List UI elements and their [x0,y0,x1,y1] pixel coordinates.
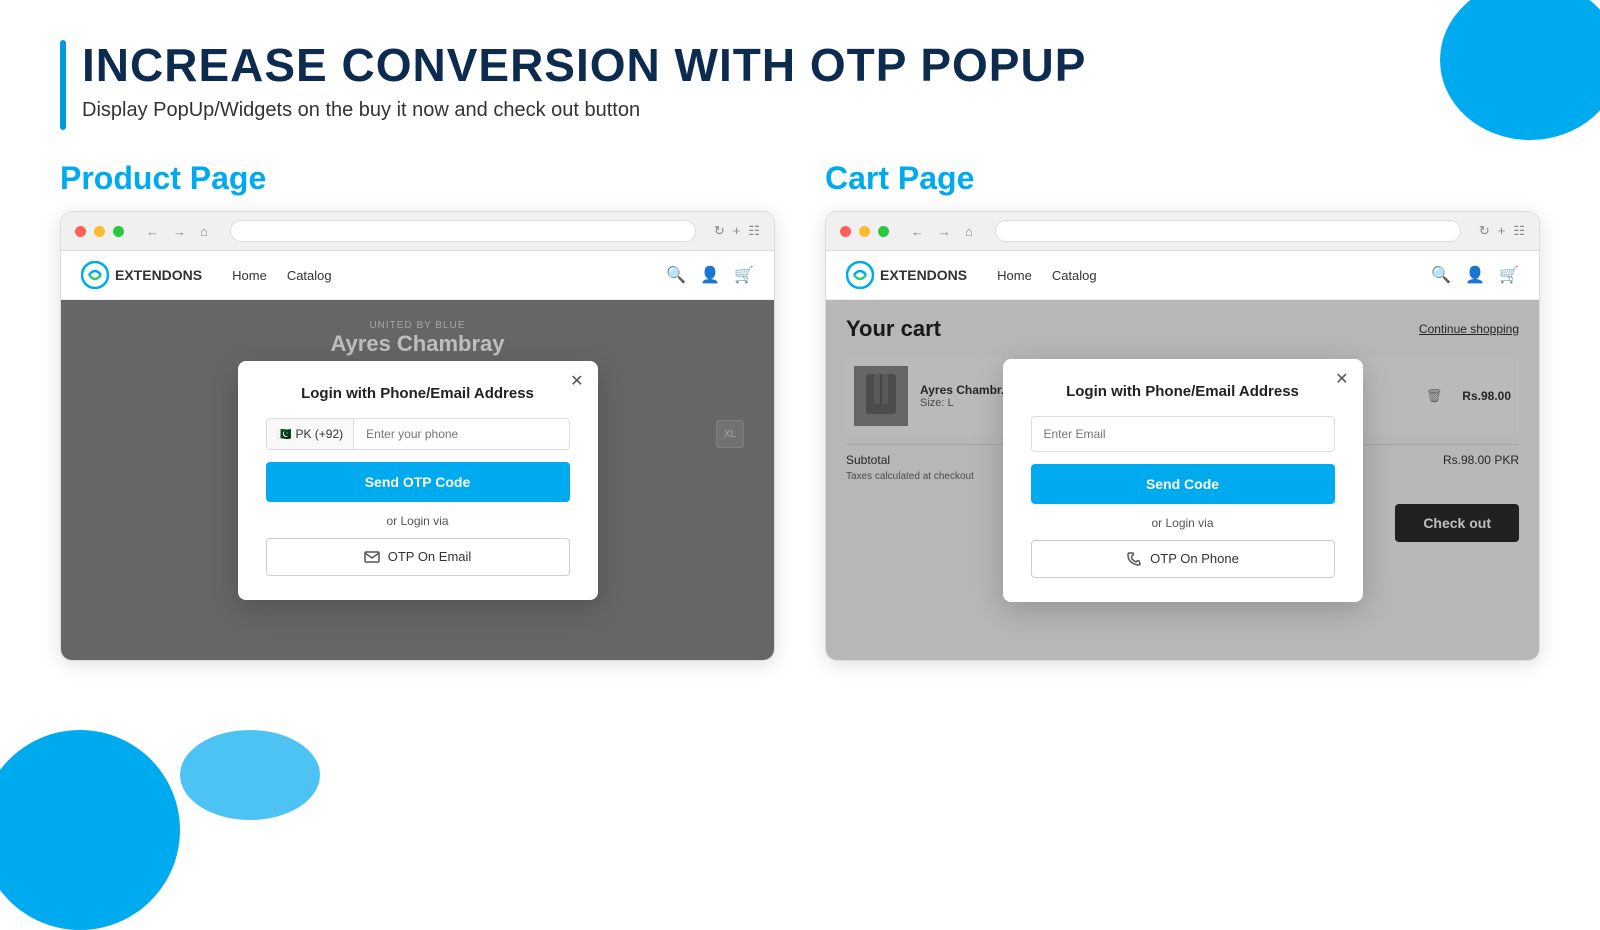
bg-decoration-bottom-left [0,730,180,930]
cart-nav-forward[interactable]: → [934,222,955,241]
product-popup-close[interactable]: ✕ [570,371,583,391]
product-store-nav-icons: 🔍 👤 🛒 [666,265,754,285]
cart-browser-refresh[interactable]: ↻ [1479,223,1490,239]
cart-browser-menu[interactable]: ☷ [1513,223,1525,239]
email-icon [364,549,380,565]
main-title: INCREASE CONVERSION WITH OTP POPUP [82,40,1086,91]
cart-alt-btn-label: OTP On Phone [1150,551,1239,566]
product-email-login-button[interactable]: OTP On Email [266,538,570,576]
main-subtitle: Display PopUp/Widgets on the buy it now … [82,99,1086,122]
browser-actions: + ☷ [733,223,760,239]
cart-email-input[interactable] [1031,416,1335,452]
cart-browser-dot-yellow [859,226,870,237]
product-phone-input[interactable] [354,419,568,449]
cart-icon[interactable]: 🛒 [734,265,754,285]
bg-decoration-bottom-center [180,730,320,820]
product-browser-bar: ← → ⌂ ↻ + ☷ [61,212,774,251]
header-text: INCREASE CONVERSION WITH OTP POPUP Displ… [82,40,1086,122]
search-icon[interactable]: 🔍 [666,265,686,285]
cart-search-icon[interactable]: 🔍 [1431,265,1451,285]
nav-home[interactable]: ⌂ [196,222,212,241]
product-otp-popup: ✕ Login with Phone/Email Address 🇵🇰 PK (… [238,361,598,600]
cart-store-nav-links: Home Catalog [997,268,1097,283]
product-phone-input-wrapper: 🇵🇰 PK (+92) [266,418,570,450]
cart-extendons-logo-icon [846,261,874,289]
cart-browser-mockup: ← → ⌂ ↻ + ☷ [825,211,1540,661]
browser-dot-green [113,226,124,237]
cart-browser-dot-red [840,226,851,237]
browser-dot-red [75,226,86,237]
cart-browser-add-tab[interactable]: + [1498,223,1506,239]
product-store-logo: EXTENDONS [81,261,202,289]
browser-address-bar[interactable] [230,220,696,242]
cart-browser-actions: + ☷ [1498,223,1525,239]
cart-store-logo: EXTENDONS [846,261,967,289]
browser-nav: ← → ⌂ [142,222,212,241]
product-nav-catalog[interactable]: Catalog [287,268,332,283]
header-bar [60,40,66,130]
product-page-column: Product Page ← → ⌂ ↻ + [60,160,775,661]
phone-icon [1126,551,1142,567]
product-store-nav-links: Home Catalog [232,268,332,283]
nav-back[interactable]: ← [142,222,163,241]
cart-nav-back[interactable]: ← [907,222,928,241]
cart-otp-popup: ✕ Login with Phone/Email Address Send Co… [1003,359,1363,602]
cart-phone-login-button[interactable]: OTP On Phone [1031,540,1335,578]
header-section: INCREASE CONVERSION WITH OTP POPUP Displ… [60,40,1540,130]
product-store-nav: EXTENDONS Home Catalog 🔍 👤 🛒 [61,251,774,300]
browser-dot-yellow [94,226,105,237]
extendons-logo-icon [81,261,109,289]
cart-store-name: EXTENDONS [880,267,967,283]
cart-browser-nav: ← → ⌂ [907,222,977,241]
cart-section-label: Cart Page [825,160,1540,197]
browser-menu[interactable]: ☷ [748,223,760,239]
cart-nav-catalog[interactable]: Catalog [1052,268,1097,283]
nav-forward[interactable]: → [169,222,190,241]
product-popup-overlay: ✕ Login with Phone/Email Address 🇵🇰 PK (… [61,300,774,660]
product-store-name: EXTENDONS [115,267,202,283]
cart-send-code-button[interactable]: Send Code [1031,464,1335,504]
cart-or-login: or Login via [1031,516,1335,530]
cart-popup-overlay: ✕ Login with Phone/Email Address Send Co… [826,300,1539,660]
cart-browser-address-bar[interactable] [995,220,1461,242]
product-phone-flag[interactable]: 🇵🇰 PK (+92) [267,419,355,449]
product-section-label: Product Page [60,160,775,197]
cart-popup-title: Login with Phone/Email Address [1031,383,1335,400]
cart-store-nav-icons: 🔍 👤 🛒 [1431,265,1519,285]
cart-nav-home[interactable]: ⌂ [961,222,977,241]
cart-account-icon[interactable]: 👤 [1465,265,1485,285]
product-page-content: UNITED BY BLUE Ayres Chambray XL add to … [61,300,774,660]
cart-browser-bar: ← → ⌂ ↻ + ☷ [826,212,1539,251]
cart-browser-dot-green [878,226,889,237]
product-alt-btn-label: OTP On Email [388,549,472,564]
product-popup-title: Login with Phone/Email Address [266,385,570,402]
cart-page-content: Your cart Continue shopping [826,300,1539,660]
flag-emoji: 🇵🇰 [277,427,292,441]
product-or-login: or Login via [266,514,570,528]
product-nav-home[interactable]: Home [232,268,267,283]
cart-page-column: Cart Page ← → ⌂ ↻ + [825,160,1540,661]
product-send-otp-button[interactable]: Send OTP Code [266,462,570,502]
cart-popup-close[interactable]: ✕ [1335,369,1348,389]
browser-add-tab[interactable]: + [733,223,741,239]
phone-code: PK (+92) [295,427,343,441]
browser-refresh[interactable]: ↻ [714,223,725,239]
main-columns: Product Page ← → ⌂ ↻ + [60,160,1540,661]
account-icon[interactable]: 👤 [700,265,720,285]
product-browser-mockup: ← → ⌂ ↻ + ☷ [60,211,775,661]
cart-nav-home[interactable]: Home [997,268,1032,283]
cart-cart-icon[interactable]: 🛒 [1499,265,1519,285]
cart-store-nav: EXTENDONS Home Catalog 🔍 👤 🛒 [826,251,1539,300]
